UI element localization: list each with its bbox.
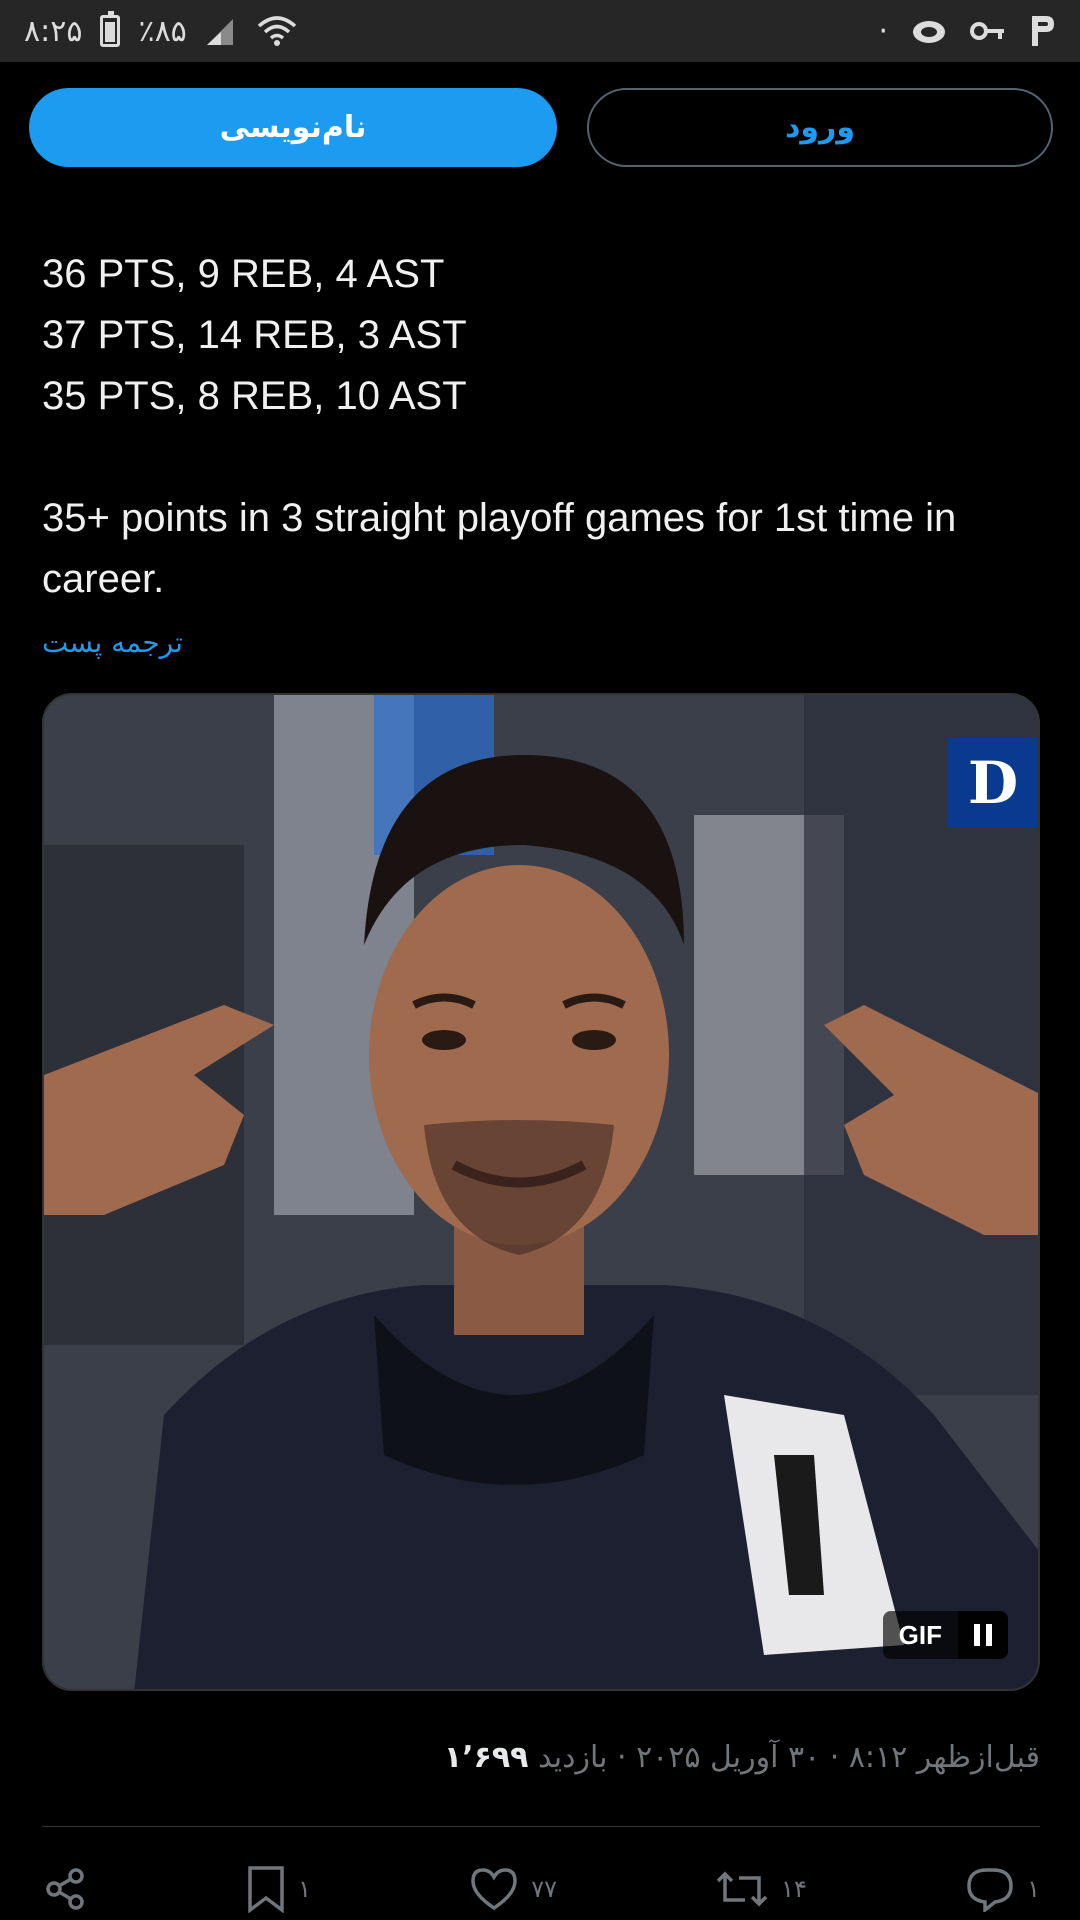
- duke-logo: D: [948, 738, 1038, 828]
- status-bar: ۸:۲۵ ٪۸۵ ·: [0, 0, 1080, 62]
- tweet-paragraph-line-1: 35+ points in 3 straight playoff games f…: [42, 496, 957, 540]
- views-count: ۱٬۶۹۹: [443, 1740, 529, 1775]
- battery-icon: [100, 11, 121, 47]
- reply-icon: [967, 1868, 1013, 1912]
- auth-buttons: نام‌نویسی ورود: [29, 88, 1053, 167]
- views-label: بازدید: [528, 1740, 608, 1775]
- translate-post-link[interactable]: ترجمه پست: [42, 626, 183, 659]
- bookmark-count: ۱: [298, 1875, 312, 1903]
- share-button[interactable]: [42, 1866, 88, 1912]
- tweet-text: 36 PTS, 9 REB, 4 AST 37 PTS, 14 REB, 3 A…: [42, 244, 1042, 610]
- tweet-timestamp[interactable]: قبل‌ازظهر ۸:۱۲ · ۳۰ آوریل ۲۰۲۵ ·: [607, 1740, 1040, 1775]
- gif-label: GIF: [898, 1619, 942, 1650]
- signup-button[interactable]: نام‌نویسی: [29, 88, 557, 167]
- bookmark-button[interactable]: ۱: [246, 1865, 311, 1913]
- signal-icon: [205, 15, 237, 47]
- repost-icon: [716, 1871, 768, 1907]
- gif-frame-illustration: [44, 695, 1038, 1689]
- login-button[interactable]: ورود: [587, 88, 1053, 167]
- reply-button[interactable]: ۱: [965, 1866, 1040, 1912]
- divider: [42, 1826, 1040, 1827]
- reply-count: ۱: [1027, 1875, 1040, 1903]
- status-bar-left: ۸:۲۵ ٪۸۵: [24, 11, 299, 49]
- battery-percent: ٪۸۵: [138, 13, 187, 49]
- tweet-action-bar: ۱ ۷۷ ۱۴ ۱: [42, 1858, 1040, 1920]
- pause-icon[interactable]: [958, 1611, 1008, 1659]
- vpn-key-icon: [970, 18, 1006, 44]
- clock: ۸:۲۵: [24, 13, 83, 49]
- p-app-icon: [1028, 14, 1056, 48]
- stat-line-3: 35 PTS, 8 REB, 10 AST: [42, 374, 467, 418]
- wifi-icon: [255, 14, 299, 48]
- tweet-page: ۸:۲۵ ٪۸۵ ·: [0, 0, 1080, 1920]
- bookmark-icon: [248, 1866, 284, 1913]
- like-button[interactable]: ۷۷: [469, 1866, 557, 1912]
- stat-line-2: 37 PTS, 14 REB, 3 AST: [42, 313, 467, 357]
- status-bar-right: ·: [878, 14, 1056, 49]
- like-count: ۷۷: [531, 1875, 557, 1903]
- heart-icon: [471, 1868, 517, 1911]
- gif-controls: GIF: [882, 1611, 1008, 1659]
- notification-dot: ·: [878, 13, 888, 49]
- tweet-media-gif[interactable]: D GIF: [42, 693, 1040, 1691]
- repost-button[interactable]: ۱۴: [715, 1866, 807, 1912]
- stat-line-1: 36 PTS, 9 REB, 4 AST: [42, 252, 445, 296]
- tweet-meta: قبل‌ازظهر ۸:۱۲ · ۳۰ آوریل ۲۰۲۵ · بازدید …: [444, 1740, 1040, 1775]
- share-icon: [46, 1868, 84, 1910]
- cloud-icon: [910, 16, 948, 46]
- repost-count: ۱۴: [781, 1875, 807, 1903]
- tweet-paragraph-line-2: career.: [42, 557, 165, 601]
